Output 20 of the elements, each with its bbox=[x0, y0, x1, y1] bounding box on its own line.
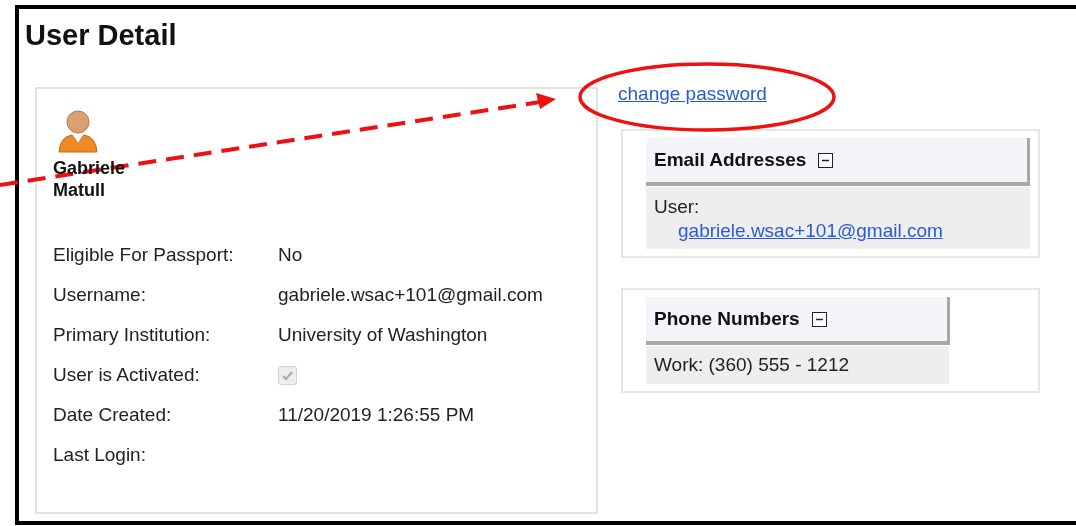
field-label: Primary Institution: bbox=[53, 322, 212, 347]
field-value: No bbox=[278, 242, 303, 267]
field-value: gabriele.wsac+101@gmail.com bbox=[278, 282, 543, 307]
field-label: Date Created: bbox=[53, 402, 173, 427]
field-label: Eligible For Passport: bbox=[53, 242, 235, 267]
collapse-icon[interactable] bbox=[818, 152, 834, 168]
panel-title: Phone Numbers bbox=[654, 306, 800, 331]
person-icon bbox=[56, 109, 100, 153]
phone-number: Work: (360) 555 - 1212 bbox=[654, 353, 851, 377]
field-label: User is Activated: bbox=[53, 362, 201, 387]
email-label: User: bbox=[654, 195, 701, 219]
email-link[interactable]: gabriele.wsac+101@gmail.com bbox=[654, 219, 943, 243]
collapse-icon[interactable] bbox=[811, 311, 827, 327]
panel-title: Email Addresses bbox=[654, 147, 807, 172]
field-label: Last Login: bbox=[53, 442, 147, 467]
field-value: University of Washington bbox=[278, 322, 488, 347]
change-password-link[interactable]: change password bbox=[618, 82, 767, 106]
field-label: Username: bbox=[53, 282, 147, 307]
field-value: 11/20/2019 1:26:55 PM bbox=[278, 402, 475, 427]
page-title: User Detail bbox=[25, 18, 178, 53]
